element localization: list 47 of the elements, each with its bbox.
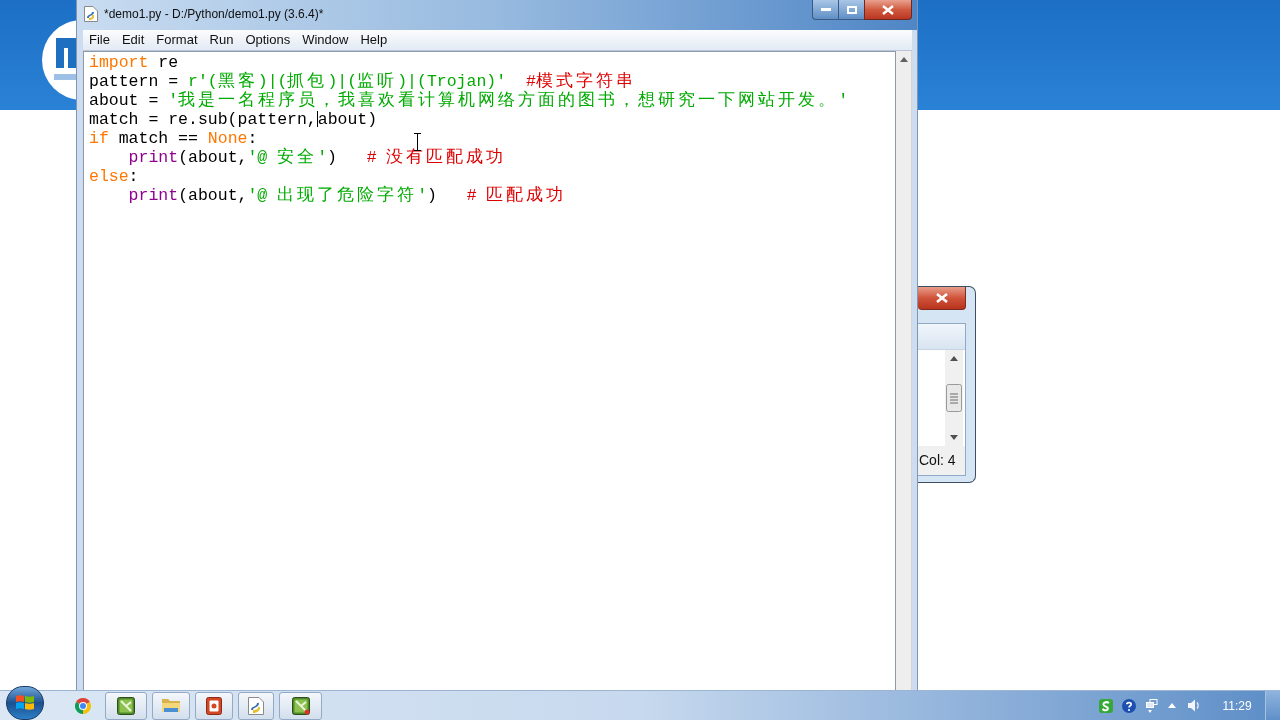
- taskbar-button[interactable]: [195, 691, 233, 720]
- ring-logo-icon[interactable]: [75, 697, 91, 714]
- menu-item[interactable]: Help: [354, 31, 394, 49]
- app-tile-icon: [206, 696, 222, 715]
- close-icon: [882, 4, 894, 15]
- close-button[interactable]: [918, 287, 966, 310]
- taskbar-button[interactable]: [279, 691, 322, 720]
- scroll-thumb-icon[interactable]: [946, 384, 962, 412]
- flag-icon: [15, 694, 35, 712]
- tray-app-icon[interactable]: [1099, 698, 1113, 713]
- menu-item[interactable]: Format: [150, 31, 204, 49]
- up-arrow-icon[interactable]: [950, 356, 958, 361]
- menu-item[interactable]: Options: [239, 31, 297, 49]
- speaker-icon[interactable]: [1188, 699, 1200, 712]
- folder-icon: [161, 697, 181, 714]
- start-button[interactable]: [6, 686, 44, 720]
- code-line: else:: [89, 167, 139, 186]
- app-tile-icon: [117, 696, 135, 715]
- down-arrow-icon[interactable]: [950, 435, 958, 440]
- menu-item[interactable]: Window: [296, 31, 355, 49]
- code-line: match = re.sub(pattern,about): [89, 110, 378, 129]
- script-file-icon: [84, 6, 98, 22]
- maximize-icon: [846, 5, 857, 14]
- code-line: about = '我是一名程序员，我喜欢看计算机网络方面的图书，想研究一下网站开发。': [89, 91, 849, 110]
- menu-item[interactable]: File: [83, 31, 116, 49]
- help-icon[interactable]: [1122, 698, 1136, 713]
- code-line: import re: [89, 53, 179, 72]
- status-text: Col: 4: [919, 451, 956, 470]
- window-title: *demo1.py - D:/Python/demo1.py (3.6.4)*: [104, 6, 324, 22]
- minimize-icon: [820, 8, 831, 11]
- close-icon: [935, 293, 948, 303]
- scrollbar[interactable]: [945, 350, 963, 446]
- scrollbar[interactable]: [896, 51, 912, 690]
- network-icon[interactable]: [1146, 698, 1158, 713]
- code-line: pattern = r'(黑客)|(抓包)|(监听)|(Trojan)' #模式字符串: [89, 72, 636, 91]
- app-tile-icon: [291, 696, 310, 715]
- code-line: print(about,'@ 出现了危险字符') # 匹配成功: [127, 186, 567, 205]
- maximize-button[interactable]: [838, 0, 864, 20]
- up-arrow-icon[interactable]: [899, 57, 908, 62]
- menu-item[interactable]: Edit: [115, 31, 151, 49]
- taskbar-button[interactable]: [105, 691, 147, 720]
- script-file-icon: [248, 696, 264, 715]
- code-line: print(about,'@ 安全') # 没有匹配成功: [127, 148, 507, 167]
- minimize-button[interactable]: [812, 0, 838, 20]
- menu-item[interactable]: Run: [203, 31, 240, 49]
- code-line: if match == None:: [89, 129, 258, 148]
- close-button[interactable]: [864, 0, 912, 20]
